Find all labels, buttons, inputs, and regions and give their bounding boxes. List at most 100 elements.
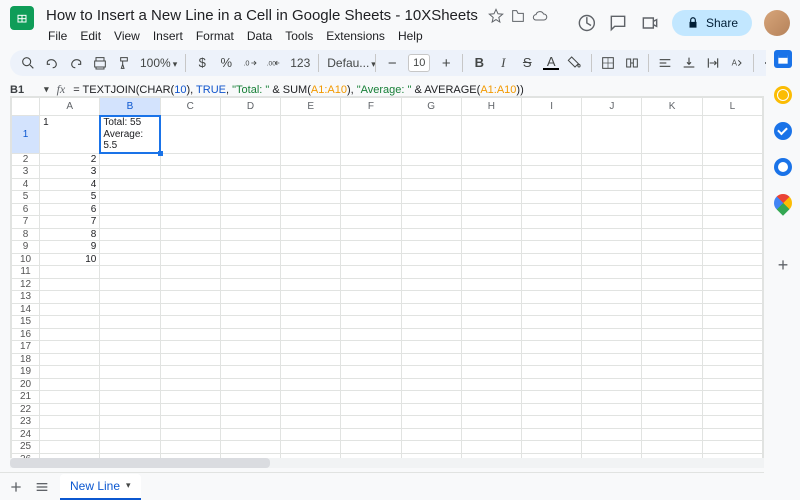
cell-D16[interactable] bbox=[220, 328, 280, 341]
cell-C24[interactable] bbox=[160, 428, 220, 441]
cell-H25[interactable] bbox=[461, 441, 521, 454]
cell-F18[interactable] bbox=[341, 353, 401, 366]
strike-icon[interactable]: S bbox=[519, 55, 535, 71]
cell-G2[interactable] bbox=[401, 153, 461, 166]
cell-E1[interactable] bbox=[281, 116, 341, 154]
cell-I6[interactable] bbox=[521, 203, 581, 216]
cell-F14[interactable] bbox=[341, 303, 401, 316]
col-header-K[interactable]: K bbox=[642, 98, 702, 116]
cell-B9[interactable] bbox=[100, 241, 160, 254]
cell-H9[interactable] bbox=[461, 241, 521, 254]
cell-J19[interactable] bbox=[582, 366, 642, 379]
cell-K12[interactable] bbox=[642, 278, 702, 291]
cell-A14[interactable] bbox=[40, 303, 100, 316]
name-box[interactable]: B1▾ bbox=[10, 84, 49, 96]
italic-icon[interactable]: I bbox=[495, 55, 511, 71]
col-header-F[interactable]: F bbox=[341, 98, 401, 116]
cell-A1[interactable]: 1 bbox=[40, 116, 100, 154]
cell-I17[interactable] bbox=[521, 341, 581, 354]
cell-K24[interactable] bbox=[642, 428, 702, 441]
row-header-9[interactable]: 9 bbox=[12, 241, 40, 254]
rotate-text-icon[interactable]: A bbox=[729, 55, 745, 71]
cell-C6[interactable] bbox=[160, 203, 220, 216]
row-header-11[interactable]: 11 bbox=[12, 266, 40, 279]
cell-B11[interactable] bbox=[100, 266, 160, 279]
cell-A15[interactable] bbox=[40, 316, 100, 329]
cell-C18[interactable] bbox=[160, 353, 220, 366]
cell-J14[interactable] bbox=[582, 303, 642, 316]
cell-A8[interactable]: 8 bbox=[40, 228, 100, 241]
cell-H1[interactable] bbox=[461, 116, 521, 154]
cell-F6[interactable] bbox=[341, 203, 401, 216]
history-icon[interactable] bbox=[576, 13, 596, 33]
menu-file[interactable]: File bbox=[42, 26, 73, 46]
star-icon[interactable] bbox=[488, 8, 504, 24]
cell-A21[interactable] bbox=[40, 391, 100, 404]
cell-A13[interactable] bbox=[40, 291, 100, 304]
cell-I11[interactable] bbox=[521, 266, 581, 279]
cell-D19[interactable] bbox=[220, 366, 280, 379]
cell-F17[interactable] bbox=[341, 341, 401, 354]
cell-J22[interactable] bbox=[582, 403, 642, 416]
cell-B6[interactable] bbox=[100, 203, 160, 216]
cell-C21[interactable] bbox=[160, 391, 220, 404]
col-header-L[interactable]: L bbox=[702, 98, 762, 116]
cloud-status-icon[interactable] bbox=[532, 8, 548, 24]
row-header-23[interactable]: 23 bbox=[12, 416, 40, 429]
cell-G19[interactable] bbox=[401, 366, 461, 379]
cell-L13[interactable] bbox=[702, 291, 762, 304]
cell-A11[interactable] bbox=[40, 266, 100, 279]
menu-format[interactable]: Format bbox=[190, 26, 240, 46]
cell-I22[interactable] bbox=[521, 403, 581, 416]
cell-G17[interactable] bbox=[401, 341, 461, 354]
cell-I12[interactable] bbox=[521, 278, 581, 291]
cell-J25[interactable] bbox=[582, 441, 642, 454]
redo-icon[interactable] bbox=[68, 55, 84, 71]
cell-A18[interactable] bbox=[40, 353, 100, 366]
cell-E13[interactable] bbox=[281, 291, 341, 304]
cell-J13[interactable] bbox=[582, 291, 642, 304]
cell-C7[interactable] bbox=[160, 216, 220, 229]
cell-L4[interactable] bbox=[702, 178, 762, 191]
cell-D4[interactable] bbox=[220, 178, 280, 191]
cell-G10[interactable] bbox=[401, 253, 461, 266]
cell-H21[interactable] bbox=[461, 391, 521, 404]
cell-F9[interactable] bbox=[341, 241, 401, 254]
cell-F16[interactable] bbox=[341, 328, 401, 341]
cell-A5[interactable]: 5 bbox=[40, 191, 100, 204]
cell-C11[interactable] bbox=[160, 266, 220, 279]
cell-J5[interactable] bbox=[582, 191, 642, 204]
cell-D17[interactable] bbox=[220, 341, 280, 354]
row-header-24[interactable]: 24 bbox=[12, 428, 40, 441]
cell-L20[interactable] bbox=[702, 378, 762, 391]
cell-G12[interactable] bbox=[401, 278, 461, 291]
cell-A3[interactable]: 3 bbox=[40, 166, 100, 179]
cell-B12[interactable] bbox=[100, 278, 160, 291]
cell-E24[interactable] bbox=[281, 428, 341, 441]
cell-C5[interactable] bbox=[160, 191, 220, 204]
cell-F3[interactable] bbox=[341, 166, 401, 179]
cell-F4[interactable] bbox=[341, 178, 401, 191]
cell-G6[interactable] bbox=[401, 203, 461, 216]
col-header-C[interactable]: C bbox=[160, 98, 220, 116]
cell-L6[interactable] bbox=[702, 203, 762, 216]
increase-decimal-icon[interactable]: .00 bbox=[266, 55, 282, 71]
row-header-8[interactable]: 8 bbox=[12, 228, 40, 241]
cell-H10[interactable] bbox=[461, 253, 521, 266]
cell-B15[interactable] bbox=[100, 316, 160, 329]
percent-icon[interactable]: % bbox=[218, 55, 234, 71]
cell-A24[interactable] bbox=[40, 428, 100, 441]
menu-insert[interactable]: Insert bbox=[147, 26, 189, 46]
row-header-17[interactable]: 17 bbox=[12, 341, 40, 354]
cell-B7[interactable] bbox=[100, 216, 160, 229]
move-icon[interactable] bbox=[510, 8, 526, 24]
cell-I10[interactable] bbox=[521, 253, 581, 266]
cell-C25[interactable] bbox=[160, 441, 220, 454]
cell-L23[interactable] bbox=[702, 416, 762, 429]
zoom-select[interactable]: 100% bbox=[140, 56, 177, 70]
cell-H19[interactable] bbox=[461, 366, 521, 379]
bold-icon[interactable]: B bbox=[471, 55, 487, 71]
cell-C9[interactable] bbox=[160, 241, 220, 254]
cell-L7[interactable] bbox=[702, 216, 762, 229]
row-header-25[interactable]: 25 bbox=[12, 441, 40, 454]
